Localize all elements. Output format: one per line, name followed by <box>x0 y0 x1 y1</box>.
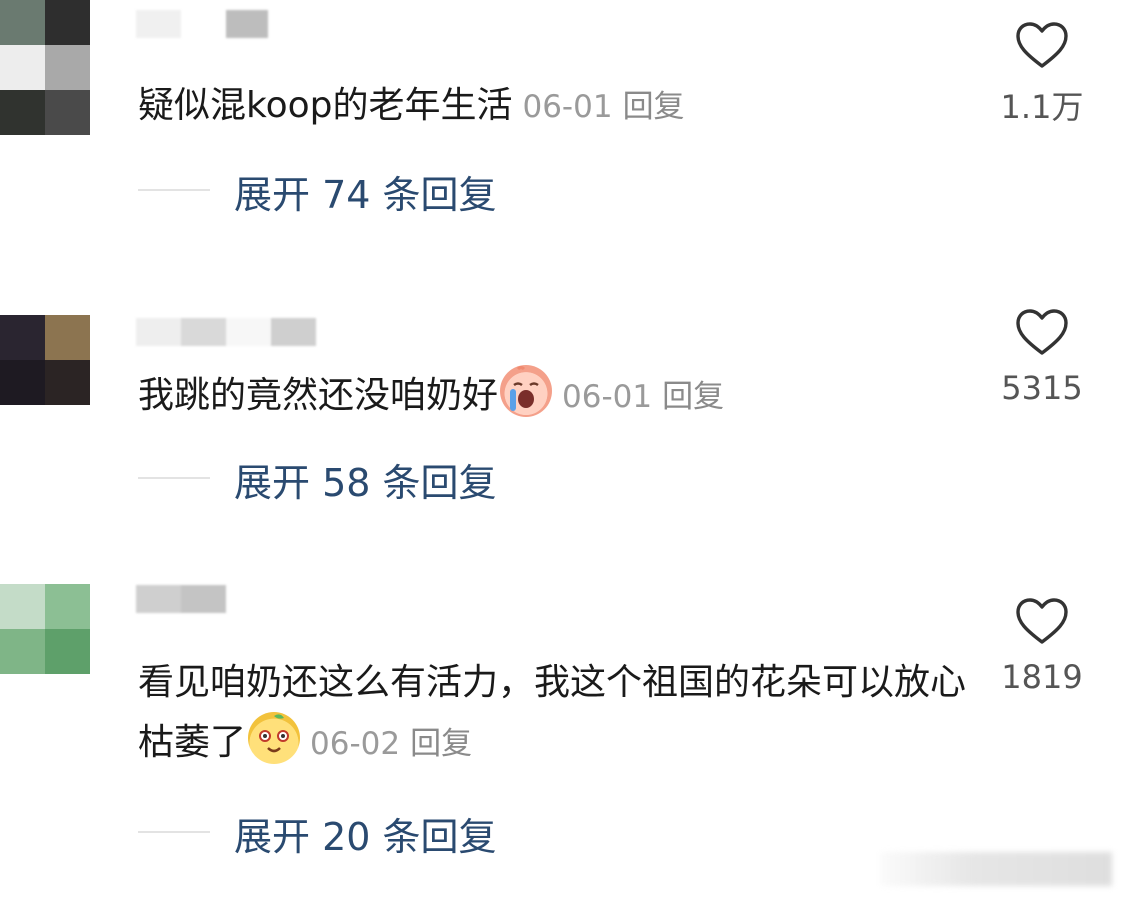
comment-text: 疑似混koop的老年生活 <box>138 85 513 126</box>
reply-button[interactable]: 回复 <box>623 89 685 125</box>
comment-text-block: 看见咱奶还这么有活力，我这个祖国的花朵可以放心枯萎了 06-02 回复 <box>138 654 968 773</box>
like-button[interactable]: 1.1万 <box>997 20 1087 128</box>
like-button[interactable]: 5315 <box>997 307 1087 407</box>
heart-outline-icon <box>1016 309 1068 355</box>
comment-text: 我跳的竟然还没咱奶好 <box>138 375 499 416</box>
expand-replies-label[interactable]: 展开 74 条回复 <box>234 164 497 219</box>
like-count: 5315 <box>1001 369 1083 407</box>
avatar[interactable] <box>0 0 90 135</box>
divider-line <box>138 477 210 479</box>
divider-line <box>138 831 210 833</box>
username[interactable] <box>136 318 316 348</box>
heart-outline-icon <box>1016 22 1068 68</box>
like-button[interactable]: 1819 <box>997 596 1087 696</box>
comment-date: 06-02 <box>310 726 401 762</box>
reply-button[interactable]: 回复 <box>410 726 472 762</box>
heart-outline-icon <box>1016 598 1068 644</box>
like-count: 1819 <box>1001 658 1083 696</box>
avatar[interactable] <box>0 315 90 405</box>
expand-replies-label[interactable]: 展开 20 条回复 <box>234 806 497 861</box>
comment-text-block: 我跳的竟然还没咱奶好 06-01 回复 <box>138 365 968 426</box>
comment-date: 06-01 <box>522 89 613 125</box>
comment-text-block: 疑似混koop的老年生活 06-01 回复 <box>138 77 968 136</box>
divider-line <box>138 189 210 191</box>
expand-replies-label[interactable]: 展开 58 条回复 <box>234 452 497 507</box>
reply-button[interactable]: 回复 <box>662 379 724 415</box>
username[interactable] <box>136 10 268 40</box>
mango-emoji-icon <box>248 712 301 764</box>
username[interactable] <box>136 585 226 615</box>
like-count: 1.1万 <box>1000 88 1084 126</box>
crying-emoji-icon <box>500 365 553 417</box>
watermark-blur <box>880 852 1112 886</box>
avatar[interactable] <box>0 584 90 674</box>
comment-date: 06-01 <box>562 379 653 415</box>
